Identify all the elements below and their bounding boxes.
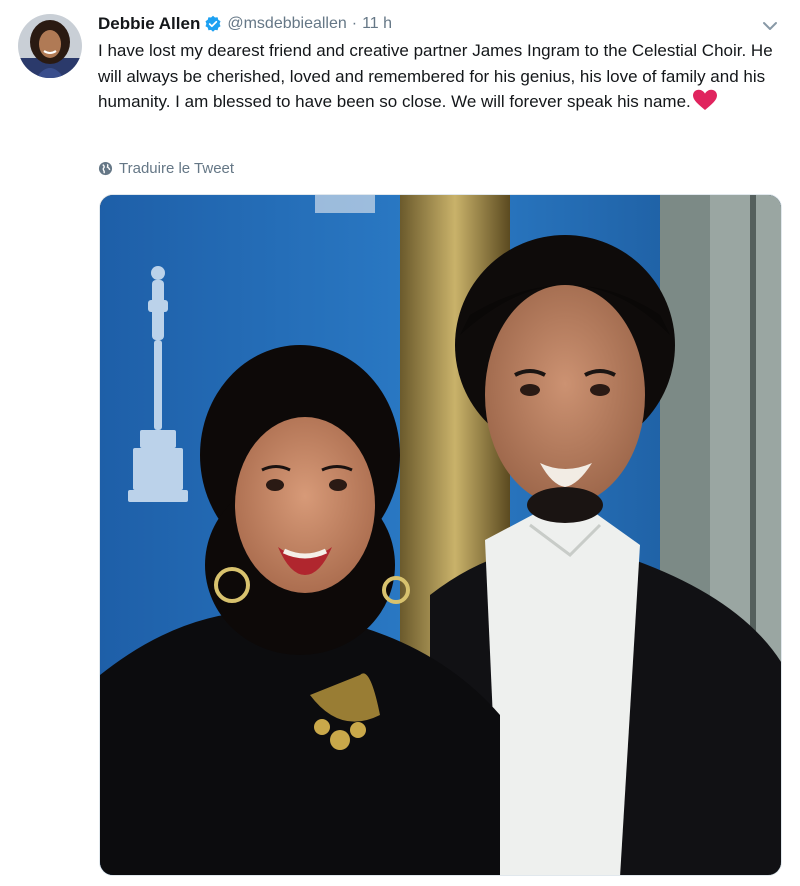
timestamp[interactable]: 11 h <box>362 15 392 33</box>
avatar[interactable] <box>18 14 82 78</box>
tweet-text: I have lost my dearest friend and creati… <box>98 38 788 115</box>
display-name[interactable]: Debbie Allen <box>98 14 200 34</box>
chevron-down-icon[interactable] <box>760 16 780 36</box>
tweet-photo[interactable] <box>99 194 782 876</box>
globe-icon <box>98 161 113 176</box>
separator: · <box>351 15 358 32</box>
translate-tweet-link[interactable]: Traduire le Tweet <box>98 157 234 179</box>
tweet-header: Debbie Allen @msdebbieallen · 11 h <box>98 10 392 38</box>
verified-badge-icon <box>204 15 222 33</box>
tweet[interactable]: Debbie Allen @msdebbieallen · 11 h I hav… <box>0 0 800 886</box>
translate-label: Traduire le Tweet <box>119 159 235 177</box>
handle[interactable]: @msdebbieallen <box>227 15 346 33</box>
tweet-body: I have lost my dearest friend and creati… <box>98 41 773 111</box>
red-heart-emoji-icon <box>692 89 718 111</box>
